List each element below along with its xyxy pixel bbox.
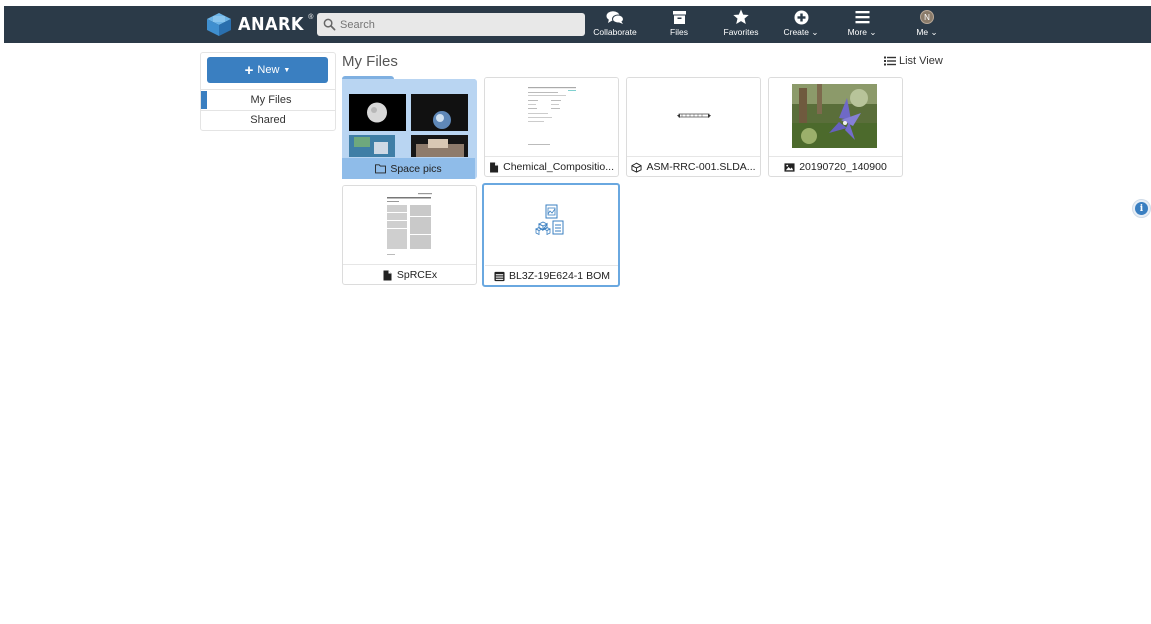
document-icon <box>383 270 392 280</box>
file-preview <box>769 78 902 156</box>
search-input[interactable] <box>340 18 570 31</box>
file-preview <box>485 186 618 264</box>
list-view-label: List View <box>899 55 943 67</box>
sidebar-item-label: Shared <box>250 114 286 126</box>
nav-collaborate-label: Collaborate <box>593 27 637 37</box>
nav-me[interactable]: N Me ⌄ <box>910 8 944 42</box>
app-window: ANARK ® Collaborate <box>0 0 1151 624</box>
file-preview <box>627 78 760 156</box>
nav-create[interactable]: Create ⌄ <box>780 8 822 42</box>
bom-table-icon <box>494 271 505 281</box>
page-title: My Files <box>342 53 398 70</box>
item-name: Chemical_Compositio... <box>503 161 614 173</box>
flower-photo-preview <box>792 84 877 148</box>
item-name: ASM-RRC-001.SLDA... <box>646 161 756 173</box>
cube-icon <box>631 162 642 173</box>
cube-logo-icon <box>207 13 231 36</box>
sidebar-divider <box>201 89 335 90</box>
file-caption: BL3Z-19E624-1 BOM <box>485 265 618 285</box>
registered-mark: ® <box>308 13 314 21</box>
folder-preview <box>342 79 475 157</box>
list-view-toggle[interactable]: List View <box>884 55 943 67</box>
star-icon <box>731 8 751 26</box>
space-pics-preview <box>349 94 468 157</box>
file-caption: Chemical_Compositio... <box>485 156 618 176</box>
chevron-down-icon: ⌄ <box>869 27 877 37</box>
search-icon <box>323 18 336 31</box>
nav-more[interactable]: More ⌄ <box>844 8 880 42</box>
paper-preview <box>387 193 432 255</box>
document-preview <box>528 87 576 145</box>
nav-create-label: Create ⌄ <box>783 27 819 37</box>
chevron-down-icon: ⌄ <box>930 27 938 37</box>
menu-icon <box>852 8 872 26</box>
sidebar-item-my-files[interactable]: My Files <box>201 91 335 109</box>
new-button-label: New <box>257 64 280 76</box>
file-preview <box>485 78 618 156</box>
nav-files-label: Files <box>670 27 688 37</box>
nav-more-label: More ⌄ <box>847 27 877 37</box>
folder-icon <box>375 164 387 174</box>
brand-name: ANARK <box>238 13 304 35</box>
info-icon: i <box>1135 202 1148 215</box>
item-name: SpRCEx <box>396 269 438 281</box>
plus-icon: + <box>244 61 254 79</box>
caret-down-icon: ▼ <box>283 66 291 74</box>
folder-card-space-pics[interactable]: Space pics <box>342 76 477 179</box>
file-caption: SpRCEx <box>343 264 476 284</box>
item-name: Space pics <box>390 162 442 175</box>
file-caption: 20190720_140900 <box>769 156 902 176</box>
file-preview <box>343 186 476 264</box>
search-box[interactable] <box>317 13 585 36</box>
file-card-20190720-140900[interactable]: 20190720_140900 <box>768 77 903 177</box>
file-card-sprcex[interactable]: SpRCEx <box>342 185 477 285</box>
chevron-down-icon: ⌄ <box>811 27 819 37</box>
info-panel-toggle[interactable]: i <box>1132 199 1151 218</box>
sidebar-item-shared[interactable]: Shared <box>201 111 335 129</box>
nav-favorites-label: Favorites <box>723 27 759 37</box>
avatar: N <box>920 10 934 24</box>
nav-files[interactable]: Files <box>664 8 694 42</box>
document-icon <box>490 162 499 172</box>
item-name: 20190720_140900 <box>799 161 887 173</box>
nav-favorites[interactable]: Favorites <box>719 8 763 42</box>
image-icon <box>784 162 795 172</box>
new-button[interactable]: + New ▼ <box>207 57 328 83</box>
cad-preview <box>677 113 711 118</box>
nav-me-label: Me ⌄ <box>916 27 938 37</box>
file-card-chemical-composition[interactable]: Chemical_Compositio... <box>484 77 619 177</box>
chat-icon <box>605 8 625 26</box>
list-icon <box>884 56 896 66</box>
file-caption: ASM-RRC-001.SLDA... <box>627 156 760 176</box>
bom-preview <box>535 204 564 236</box>
item-name: BL3Z-19E624-1 BOM <box>509 270 610 282</box>
file-card-asm-rrc-001[interactable]: ASM-RRC-001.SLDA... <box>626 77 761 177</box>
plus-circle-icon <box>791 8 811 26</box>
avatar-wrapper: N <box>917 8 937 26</box>
files-icon <box>669 8 689 26</box>
folder-caption: Space pics <box>342 158 475 179</box>
sidebar-item-label: My Files <box>250 94 292 106</box>
top-navbar: ANARK ® Collaborate <box>4 6 1151 43</box>
file-card-bom[interactable]: BL3Z-19E624-1 BOM <box>482 183 620 287</box>
anark-logo[interactable]: ANARK ® <box>205 11 313 37</box>
nav-collaborate[interactable]: Collaborate <box>590 8 640 42</box>
